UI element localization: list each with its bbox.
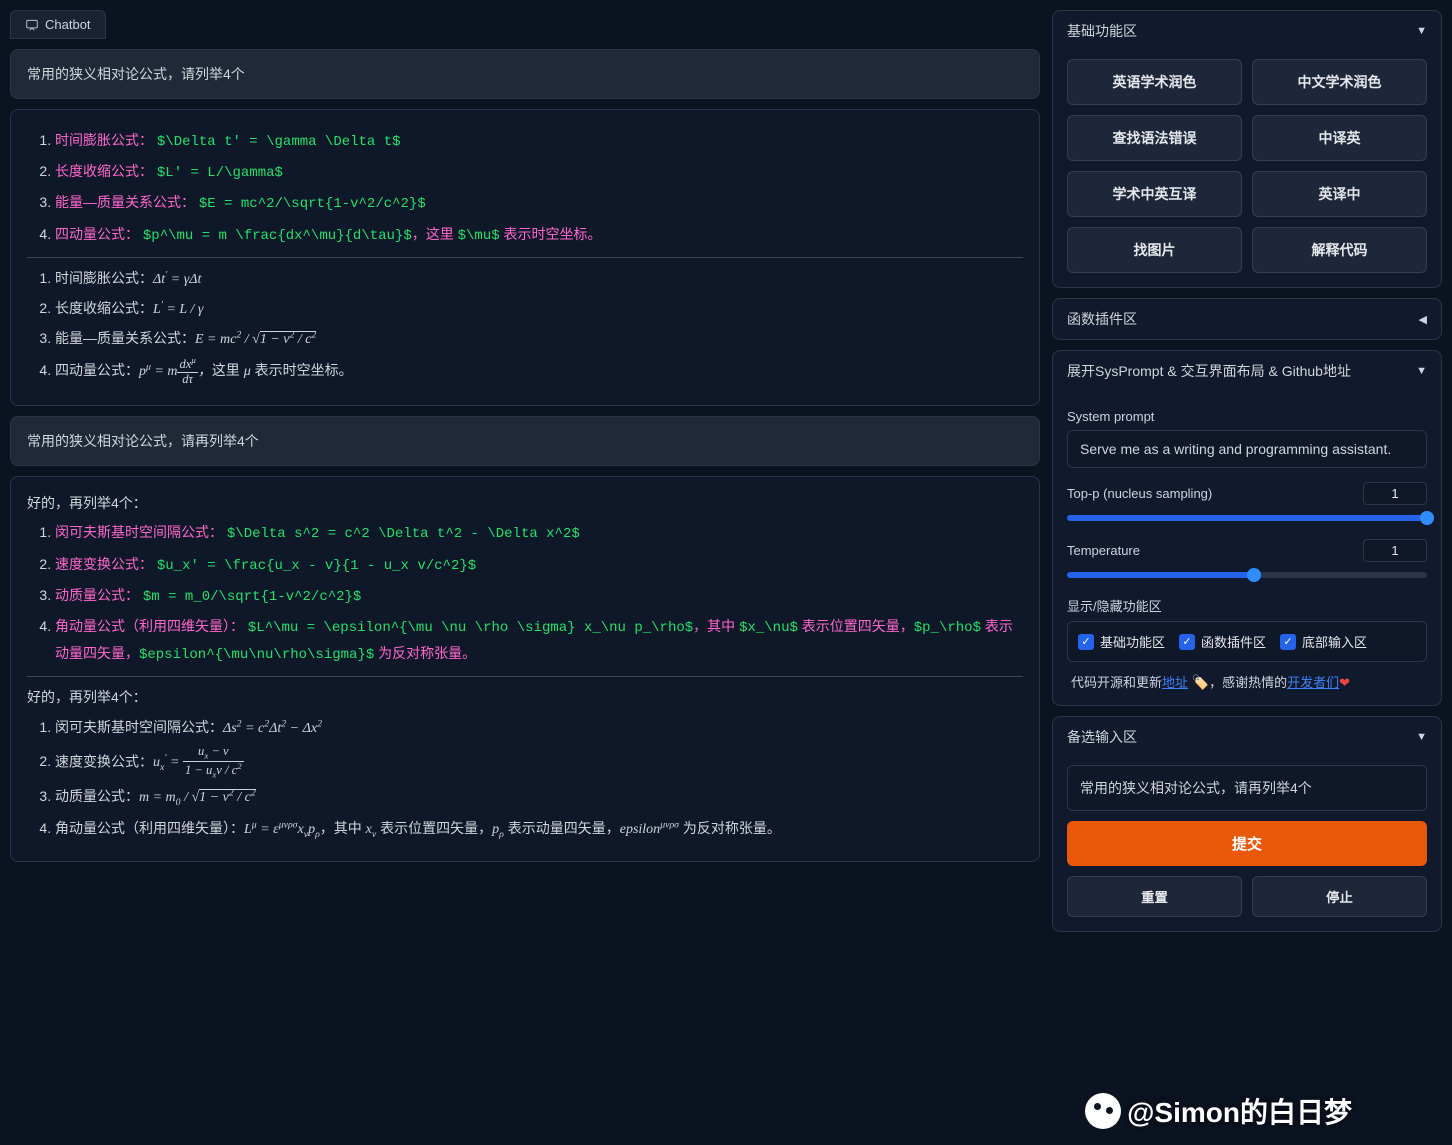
chk-plugin[interactable]: ✓函数插件区 — [1179, 632, 1266, 651]
link-repo[interactable]: 地址 — [1162, 675, 1188, 690]
topp-label: Top-p (nucleus sampling) — [1067, 486, 1212, 501]
list-item: 长度收缩公式： $L' = L/\gamma$ — [55, 159, 1023, 186]
bot-message-2: 好的，再列举4个： 闵可夫斯基时空间隔公式： $\Delta s^2 = c^2… — [10, 476, 1040, 862]
chk-bottom-input[interactable]: ✓底部输入区 — [1280, 632, 1367, 651]
chevron-down-icon: ▼ — [1416, 25, 1427, 37]
weibo-icon — [1085, 1093, 1121, 1129]
panel-advanced: 展开SysPrompt & 交互界面布局 & Github地址 ▼ System… — [1052, 350, 1442, 706]
list-item: 时间膨胀公式：Δt′ = γΔt — [55, 266, 1023, 292]
list-item: 四动量公式：pμ = mdxμdτ，这里 μ 表示时空坐标。 — [55, 356, 1023, 387]
stop-button[interactable]: 停止 — [1252, 876, 1427, 917]
panel-title: 展开SysPrompt & 交互界面布局 & Github地址 — [1067, 361, 1351, 381]
list-item: 角动量公式（利用四维矢量）：Lμ = εμνρσxνpρ，其中 xν 表示位置四… — [55, 816, 1023, 843]
panel-basic-functions: 基础功能区 ▼ 英语学术润色 中文学术润色 查找语法错误 中译英 学术中英互译 … — [1052, 10, 1442, 288]
chk-basic[interactable]: ✓基础功能区 — [1078, 632, 1165, 651]
fn-btn-academic-trans[interactable]: 学术中英互译 — [1067, 171, 1242, 217]
tag-icon: 🏷️ — [1192, 674, 1209, 690]
temp-slider[interactable] — [1067, 572, 1427, 578]
temp-label: Temperature — [1067, 543, 1140, 558]
list-item: 动质量公式：m = m0 / √1 − v2 / c2 — [55, 784, 1023, 811]
panel-head-plugins[interactable]: 函数插件区 ◀ — [1053, 299, 1441, 339]
prompt-input[interactable]: 常用的狭义相对论公式，请再列举4个 — [1067, 765, 1427, 811]
user-message-1: 常用的狭义相对论公式，请列举4个 — [10, 49, 1040, 99]
checkbox-checked-icon: ✓ — [1078, 634, 1094, 650]
visibility-label: 显示/隐藏功能区 — [1067, 596, 1427, 615]
credit-text: 代码开源和更新地址 🏷️，感谢热情的开发者们❤ — [1067, 672, 1427, 691]
topp-slider[interactable] — [1067, 515, 1427, 521]
sysprompt-input[interactable]: Serve me as a writing and programming as… — [1067, 430, 1427, 468]
panel-title: 基础功能区 — [1067, 21, 1137, 41]
list-item: 能量—质量关系公式：E = mc2 / √1 − v2 / c2 — [55, 326, 1023, 352]
divider — [27, 257, 1023, 258]
list-item: 速度变换公式：ux′ = ux − v1 − uxv / c2 — [55, 745, 1023, 781]
fn-btn-grammar[interactable]: 查找语法错误 — [1067, 115, 1242, 161]
divider — [27, 676, 1023, 677]
fn-btn-en-polish[interactable]: 英语学术润色 — [1067, 59, 1242, 105]
panel-function-plugins: 函数插件区 ◀ — [1052, 298, 1442, 340]
bot-message-1: 时间膨胀公式： $\Delta t' = \gamma \Delta t$ 长度… — [10, 109, 1040, 406]
panel-title: 函数插件区 — [1067, 309, 1137, 329]
user-message-2: 常用的狭义相对论公式，请再列举4个 — [10, 416, 1040, 466]
bot-intro: 好的，再列举4个： — [27, 491, 1023, 516]
panel-head-input[interactable]: 备选输入区 ▼ — [1053, 717, 1441, 757]
list-item: 长度收缩公式：L′ = L / γ — [55, 296, 1023, 322]
chevron-left-icon: ◀ — [1419, 313, 1427, 326]
list-item: 能量—质量关系公式： $E = mc^2/\sqrt{1-v^2/c^2}$ — [55, 190, 1023, 217]
chevron-down-icon: ▼ — [1416, 365, 1427, 377]
list-item: 速度变换公式： $u_x' = \frac{u_x - v}{1 - u_x v… — [55, 552, 1023, 579]
heart-icon: ❤ — [1339, 675, 1350, 690]
list-item: 动质量公式： $m = m_0/\sqrt{1-v^2/c^2}$ — [55, 583, 1023, 610]
tab-chatbot[interactable]: Chatbot — [10, 10, 106, 39]
panel-head-basic[interactable]: 基础功能区 ▼ — [1053, 11, 1441, 51]
list-item: 时间膨胀公式： $\Delta t' = \gamma \Delta t$ — [55, 128, 1023, 155]
bot-intro-rendered: 好的，再列举4个： — [27, 685, 1023, 710]
fn-btn-explain-code[interactable]: 解释代码 — [1252, 227, 1427, 273]
panel-head-advanced[interactable]: 展开SysPrompt & 交互界面布局 & Github地址 ▼ — [1053, 351, 1441, 391]
fn-btn-zh-polish[interactable]: 中文学术润色 — [1252, 59, 1427, 105]
fn-btn-find-image[interactable]: 找图片 — [1067, 227, 1242, 273]
tab-label: Chatbot — [45, 17, 91, 32]
checkbox-checked-icon: ✓ — [1280, 634, 1296, 650]
watermark: @Simon的白日梦 — [1085, 1091, 1352, 1131]
submit-button[interactable]: 提交 — [1067, 821, 1427, 866]
fn-btn-en2zh[interactable]: 英译中 — [1252, 171, 1427, 217]
checkbox-checked-icon: ✓ — [1179, 634, 1195, 650]
list-item: 角动量公式（利用四维矢量）： $L^\mu = \epsilon^{\mu \n… — [55, 614, 1023, 668]
topp-value[interactable]: 1 — [1363, 482, 1427, 505]
fn-btn-zh2en[interactable]: 中译英 — [1252, 115, 1427, 161]
panel-alt-input: 备选输入区 ▼ 常用的狭义相对论公式，请再列举4个 提交 重置 停止 — [1052, 716, 1442, 932]
list-item: 四动量公式： $p^\mu = m \frac{dx^\mu}{d\tau}$，… — [55, 222, 1023, 249]
panel-title: 备选输入区 — [1067, 727, 1137, 747]
list-item: 闵可夫斯基时空间隔公式：Δs2 = c2Δt2 − Δx2 — [55, 715, 1023, 741]
chevron-down-icon: ▼ — [1416, 731, 1427, 743]
chat-icon — [25, 18, 39, 32]
sysprompt-label: System prompt — [1067, 409, 1427, 424]
link-devs[interactable]: 开发者们 — [1287, 675, 1339, 690]
list-item: 闵可夫斯基时空间隔公式： $\Delta s^2 = c^2 \Delta t^… — [55, 520, 1023, 547]
reset-button[interactable]: 重置 — [1067, 876, 1242, 917]
temp-value[interactable]: 1 — [1363, 539, 1427, 562]
